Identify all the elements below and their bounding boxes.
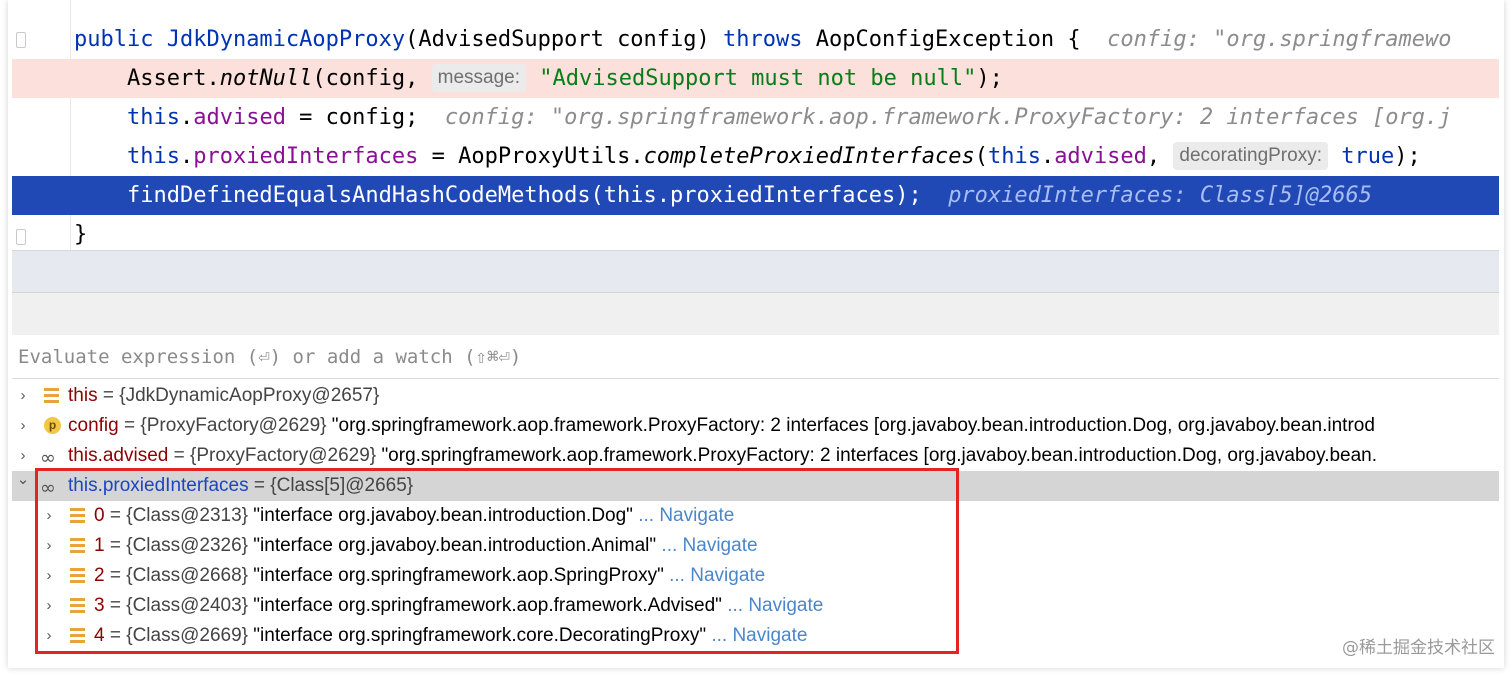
variable-value: = {ProxyFactory@2629} <box>118 415 332 436</box>
parameter-hint: decoratingProxy: <box>1173 142 1328 170</box>
code-token: true <box>1327 144 1395 169</box>
variable-text: this = {JdkDynamicAopProxy@2657} <box>68 381 379 411</box>
code-line-6: } <box>12 215 1499 254</box>
code-token: ( <box>974 144 988 169</box>
code-token: . <box>1040 144 1055 169</box>
collapse-arrow-icon[interactable]: ⌄ <box>16 465 30 495</box>
code-line-1: public JdkDynamicAopProxy(AdvisedSupport… <box>12 20 1499 59</box>
code-token: findDefinedEqualsAndHashCodeMethods(this… <box>74 183 949 208</box>
variable-row[interactable]: › p config = {ProxyFactory@2629} "org.spri… <box>12 411 1499 441</box>
inline-value-hint: config: "org.springframework.aop.framewo… <box>444 105 1452 130</box>
variable-tostring: "org.springframework.aop.framework.Proxy… <box>331 415 1375 436</box>
debug-tabs-bar <box>12 292 1499 336</box>
code-token: (AdvisedSupport config) <box>405 27 724 52</box>
variable-name: this <box>68 385 98 406</box>
variable-text: config = {ProxyFactory@2629} "org.spring… <box>68 411 1375 441</box>
code-token: . <box>179 105 194 130</box>
code-token: public <box>74 27 167 52</box>
variable-tostring: "org.springframework.aop.framework.Proxy… <box>381 445 1378 466</box>
inline-value-hint: proxiedInterfaces: Class[5]@2665 <box>948 183 1373 208</box>
field-icon <box>44 388 59 403</box>
highlight-box <box>35 468 959 654</box>
code-line-2: Assert.notNull(config, message: "Advised… <box>12 59 1499 98</box>
code-token: this <box>987 144 1041 169</box>
code-token: (config, <box>312 66 432 91</box>
inline-value-hint: config: "org.springframewo <box>1107 27 1452 52</box>
code-token: this <box>126 144 180 169</box>
ide-debugger-window: public JdkDynamicAopProxy(AdvisedSupport… <box>12 0 1499 662</box>
code-token: proxiedInterfaces <box>193 144 419 169</box>
code-token: Assert. <box>74 66 220 91</box>
execution-point-line: findDefinedEqualsAndHashCodeMethods(this… <box>12 176 1499 215</box>
code-token: . <box>179 144 194 169</box>
code-line-3: this.advised = config; config: "org.spri… <box>12 98 1499 137</box>
code-token: notNull <box>219 66 313 91</box>
code-editor[interactable]: public JdkDynamicAopProxy(AdvisedSupport… <box>12 0 1499 250</box>
variable-name: this.advised <box>68 445 169 466</box>
code-token: advised <box>1054 144 1147 169</box>
code-token: AopConfigException { <box>802 27 1108 52</box>
code-token: this <box>126 105 180 130</box>
watermark: @稀土掘金技术社区 <box>1342 638 1495 658</box>
variable-value: = {JdkDynamicAopProxy@2657} <box>97 385 380 406</box>
expand-arrow-icon[interactable]: › <box>16 411 30 441</box>
code-token: "AdvisedSupport must not be null" <box>526 66 977 91</box>
code-token: completeProxiedInterfaces <box>643 144 975 169</box>
variable-text: this.advised = {ProxyFactory@2629} "org.… <box>68 441 1377 471</box>
parameter-icon: p <box>44 417 61 434</box>
variable-value: = {ProxyFactory@2629} <box>168 445 382 466</box>
variable-name: config <box>68 415 119 436</box>
variable-row[interactable]: › this = {JdkDynamicAopProxy@2657} <box>12 381 1499 411</box>
code-token: advised <box>193 105 286 130</box>
code-token: , <box>1146 144 1174 169</box>
parameter-hint: message: <box>431 64 527 92</box>
code-token: JdkDynamicAopProxy <box>166 27 406 52</box>
code-token: ); <box>976 66 1003 91</box>
expand-arrow-icon[interactable]: › <box>16 381 30 411</box>
code-line-4: this.proxiedInterfaces = AopProxyUtils.c… <box>12 137 1499 176</box>
debug-toolbar <box>12 250 1499 293</box>
code-token: throws <box>723 27 803 52</box>
code-token: ); <box>1394 144 1421 169</box>
code-token: = config; <box>285 105 445 130</box>
variable-row[interactable]: › ∞ this.advised = {ProxyFactory@2629} "or… <box>12 441 1499 471</box>
evaluate-expression-input[interactable]: Evaluate expression (⏎) or add a watch (… <box>12 335 1499 379</box>
code-token: = AopProxyUtils. <box>418 144 644 169</box>
code-token: } <box>74 222 88 247</box>
